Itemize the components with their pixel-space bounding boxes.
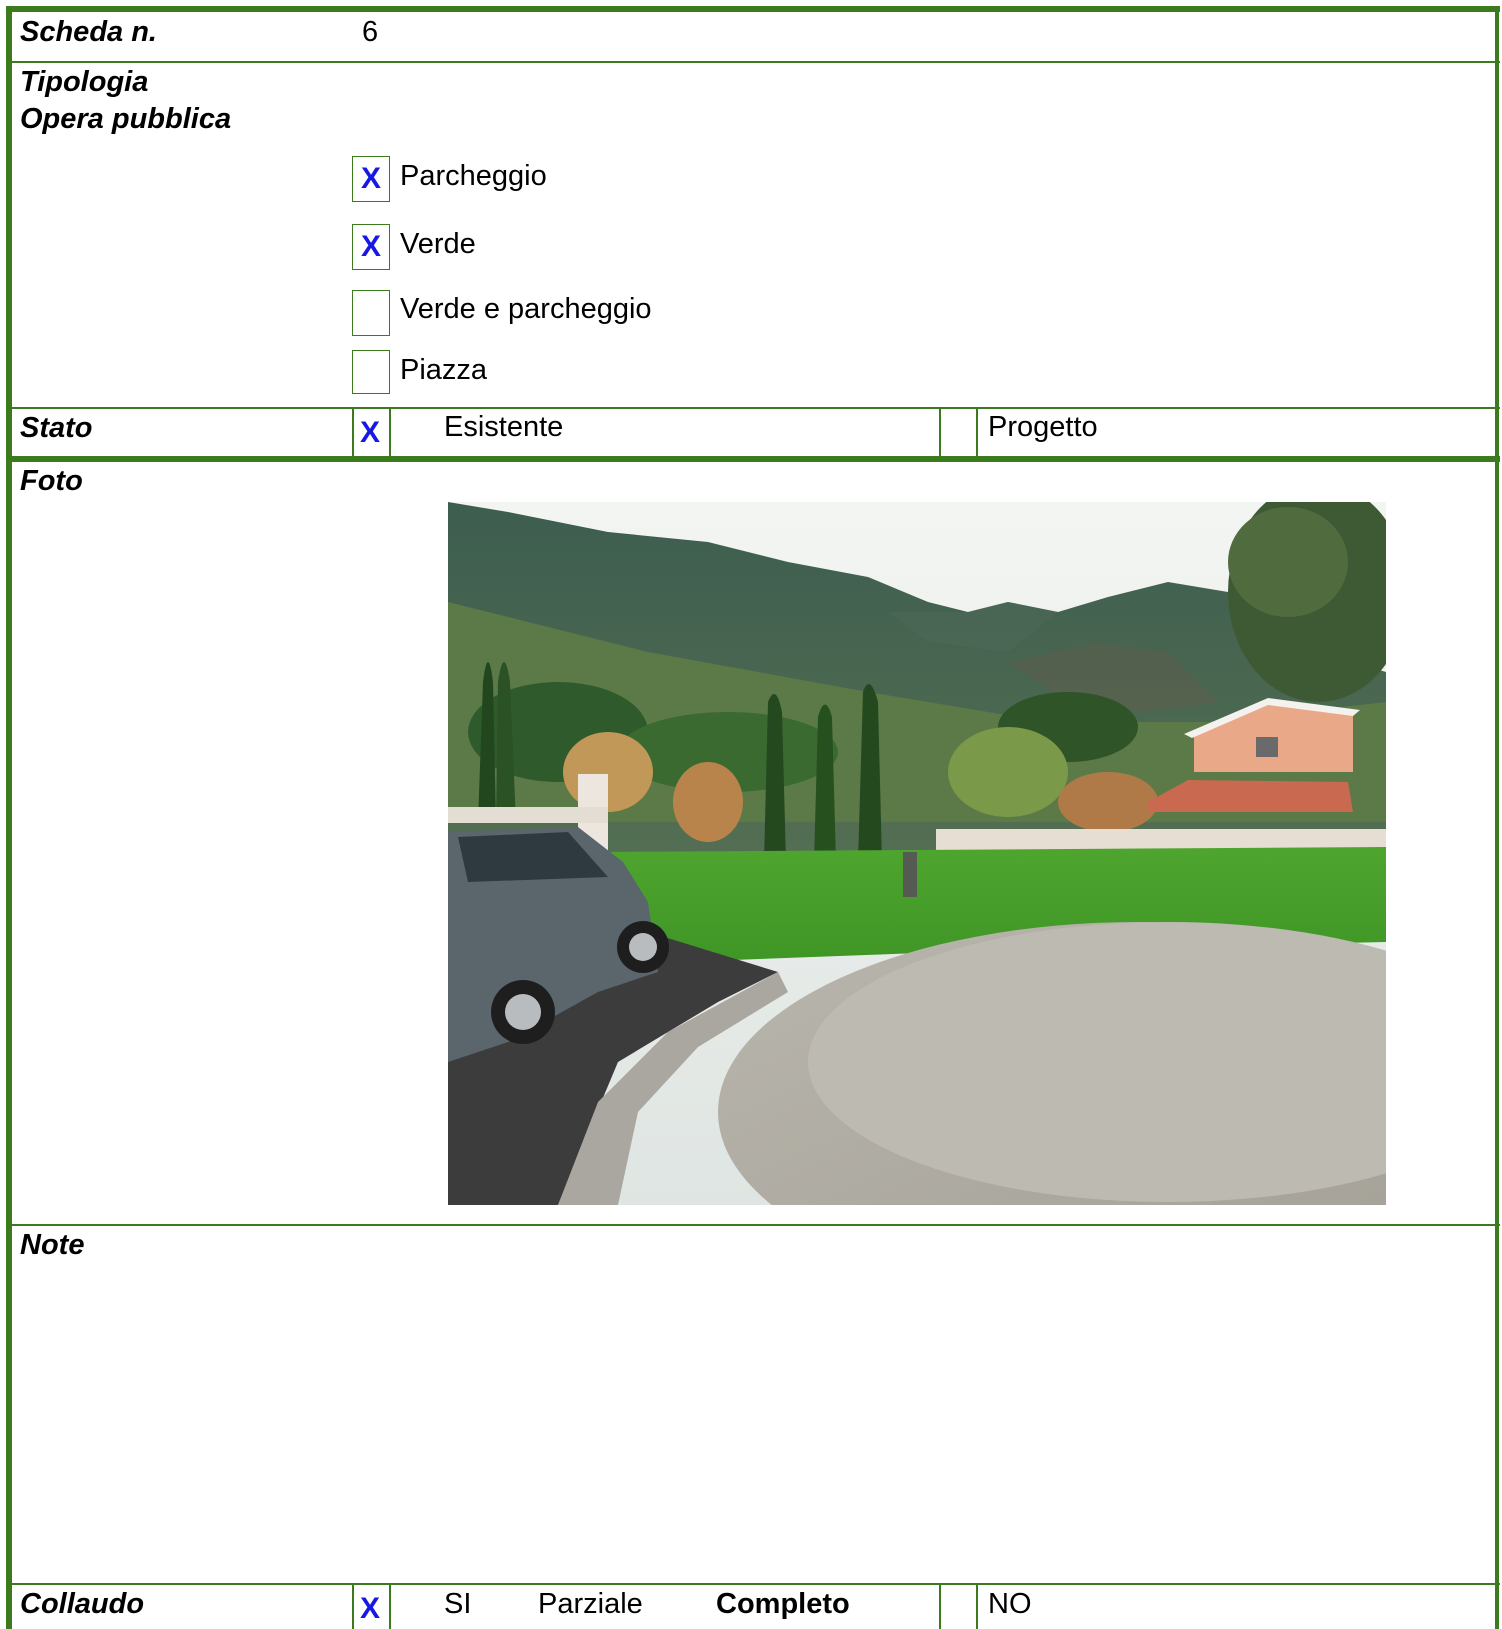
cell-border xyxy=(939,1583,941,1629)
completo-label: Completo xyxy=(716,1588,850,1620)
no-label: NO xyxy=(988,1588,1032,1620)
collaudo-label: Collaudo xyxy=(20,1588,145,1620)
foto-label: Foto xyxy=(20,465,83,497)
divider xyxy=(6,61,1500,63)
piazza-checkbox[interactable] xyxy=(352,350,390,394)
verde-e-parcheggio-checkbox[interactable] xyxy=(352,290,390,336)
divider xyxy=(6,1583,1500,1585)
verde-checkbox[interactable]: X xyxy=(352,224,390,270)
opera-pubblica-label: Opera pubblica xyxy=(20,103,232,135)
cell-border xyxy=(389,1583,391,1629)
verde-label: Verde xyxy=(400,228,476,260)
stato-label: Stato xyxy=(20,412,93,444)
scheda-number: 6 xyxy=(362,16,379,48)
collaudo-si-mark[interactable]: X xyxy=(360,1592,380,1626)
esistente-label: Esistente xyxy=(444,411,564,443)
parcheggio-label: Parcheggio xyxy=(400,160,547,192)
frame-right-border xyxy=(1495,6,1499,1629)
progetto-label: Progetto xyxy=(988,411,1098,443)
parziale-label: Parziale xyxy=(538,1588,643,1620)
scheda-label: Scheda n. xyxy=(20,16,157,48)
tipologia-label: Tipologia xyxy=(20,66,149,98)
cell-border xyxy=(352,407,354,458)
divider xyxy=(6,1224,1500,1226)
cell-border xyxy=(939,407,941,458)
cell-border xyxy=(389,407,391,458)
stato-esistente-mark[interactable]: X xyxy=(360,416,380,450)
si-label: SI xyxy=(444,1588,472,1620)
frame-top-border xyxy=(6,6,1500,12)
cell-border xyxy=(976,407,978,458)
cell-border xyxy=(976,1583,978,1629)
note-label: Note xyxy=(20,1229,85,1261)
note-text[interactable] xyxy=(20,1270,1480,1570)
divider xyxy=(6,456,1500,462)
verde-e-parcheggio-label: Verde e parcheggio xyxy=(400,293,652,325)
cell-border xyxy=(352,1583,354,1629)
parcheggio-checkbox[interactable]: X xyxy=(352,156,390,202)
frame-left-border xyxy=(6,6,12,1629)
divider xyxy=(6,407,1500,409)
piazza-label: Piazza xyxy=(400,354,488,386)
site-photo xyxy=(448,502,1386,1205)
